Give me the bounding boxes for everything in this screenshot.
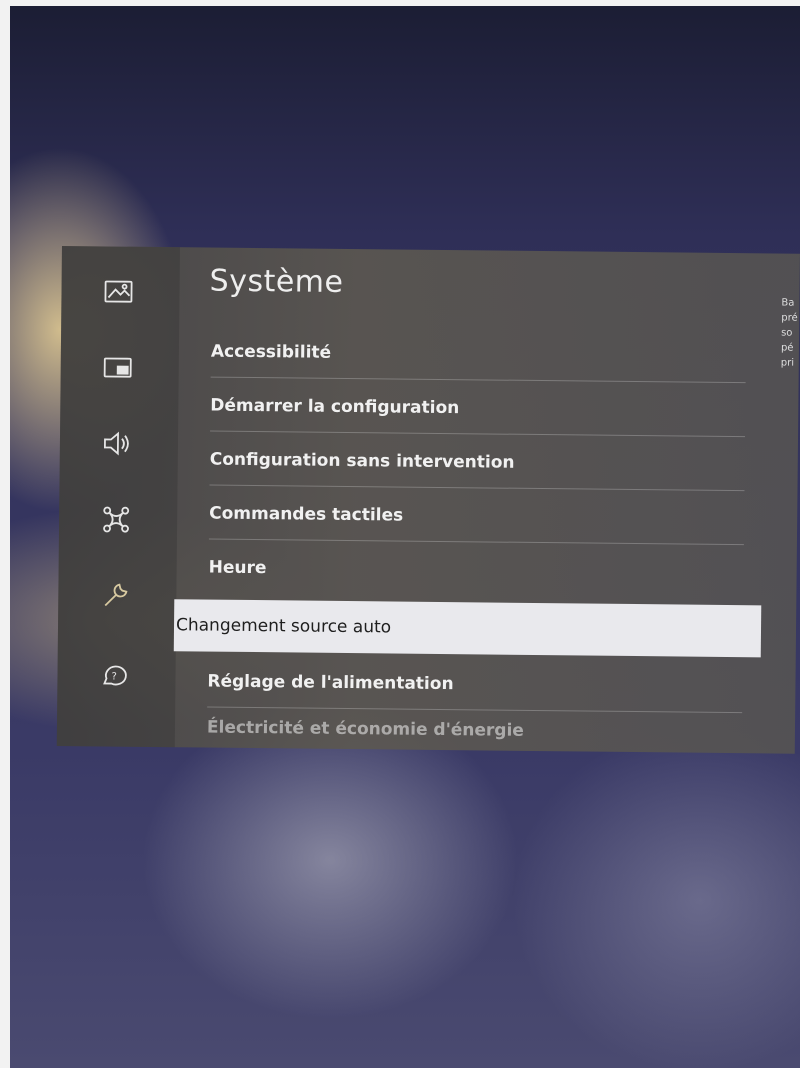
description-line: pé <box>780 342 794 354</box>
description-line: Ba <box>781 297 795 309</box>
menu-item-commandes-tactiles[interactable]: Commandes tactiles <box>208 488 745 546</box>
menu-item-reglage-alimentation[interactable]: Réglage de l'alimentation <box>207 656 743 714</box>
description-line: pri <box>780 357 795 369</box>
photo-border-top <box>0 0 800 6</box>
item-description: Ba pré so pé pri <box>781 296 800 371</box>
menu-item-changement-source-auto[interactable]: Changement source auto <box>173 599 762 658</box>
picture-icon[interactable] <box>101 274 135 308</box>
description-line: so <box>781 327 793 339</box>
menu-item-label: Configuration sans intervention <box>209 449 515 473</box>
page-title: Système <box>209 263 344 300</box>
menu-item-label: Démarrer la configuration <box>210 395 460 419</box>
support-icon[interactable]: ? <box>97 658 131 692</box>
menu-item-accessibilite[interactable]: Accessibilité <box>210 326 747 384</box>
menu-item-configuration-sans-intervention[interactable]: Configuration sans intervention <box>209 434 745 492</box>
pip-icon[interactable] <box>101 350 135 384</box>
menu-item-label: Commandes tactiles <box>209 503 404 526</box>
network-icon[interactable] <box>99 502 133 536</box>
menu-item-label: Heure <box>208 557 267 579</box>
menu-item-label: Électricité et économie d'énergie <box>206 717 525 741</box>
photo-border-left <box>0 0 10 1068</box>
settings-panel: ? Système Accessibilité Démarrer la conf… <box>56 246 800 754</box>
settings-category-rail: ? <box>56 246 180 748</box>
sound-icon[interactable] <box>100 426 134 460</box>
menu-item-label: Changement source auto <box>175 615 392 638</box>
svg-text:?: ? <box>111 672 116 683</box>
menu-item-electricite-economie-energie[interactable]: Électricité et économie d'énergie <box>207 710 742 752</box>
menu-item-demarrer-configuration[interactable]: Démarrer la configuration <box>210 380 746 438</box>
menu-item-label: Réglage de l'alimentation <box>207 671 454 695</box>
menu-item-label: Accessibilité <box>210 341 332 363</box>
menu-item-heure[interactable]: Heure <box>208 542 744 600</box>
description-line: pré <box>781 312 798 324</box>
wrench-icon[interactable] <box>98 578 132 612</box>
